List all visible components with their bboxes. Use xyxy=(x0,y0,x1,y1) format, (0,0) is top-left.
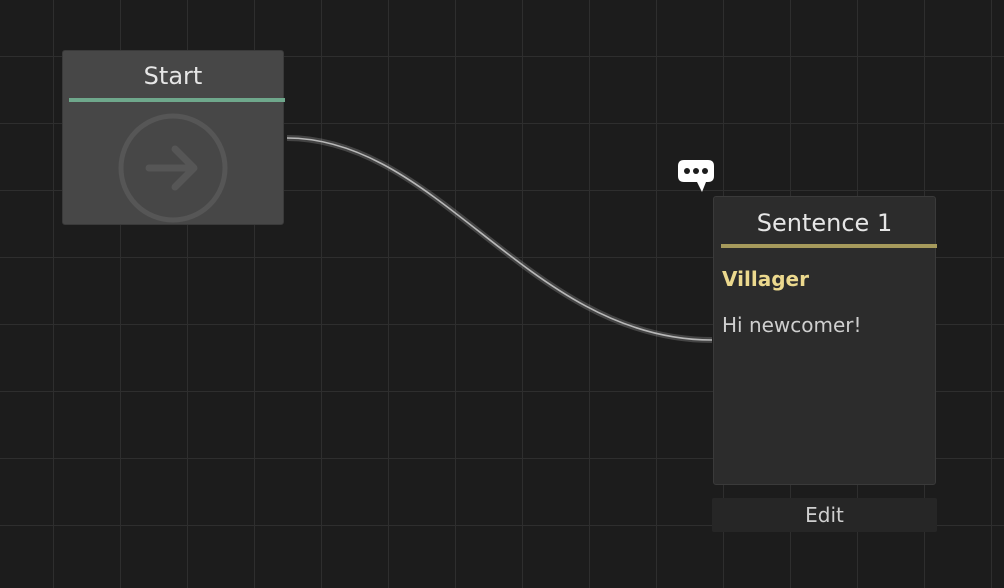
start-node-accent-bar xyxy=(69,98,285,102)
sentence-node-title: Sentence 1 xyxy=(756,209,893,237)
start-node-title: Start xyxy=(143,62,203,90)
arrow-right-circle-icon xyxy=(118,113,228,223)
speaker-name: Villager xyxy=(722,267,809,291)
sentence-node[interactable]: Sentence 1 Villager Hi newcomer! xyxy=(713,196,937,485)
speech-bubble-icon xyxy=(678,160,714,192)
sentence-node-accent-bar xyxy=(721,244,937,248)
start-node[interactable]: Start xyxy=(62,50,285,225)
edit-button[interactable]: Edit xyxy=(712,498,937,532)
dialogue-text: Hi newcomer! xyxy=(722,313,862,337)
node-graph-canvas[interactable]: Start Sentence 1 Villager Hi newcomer! E… xyxy=(0,0,1004,588)
